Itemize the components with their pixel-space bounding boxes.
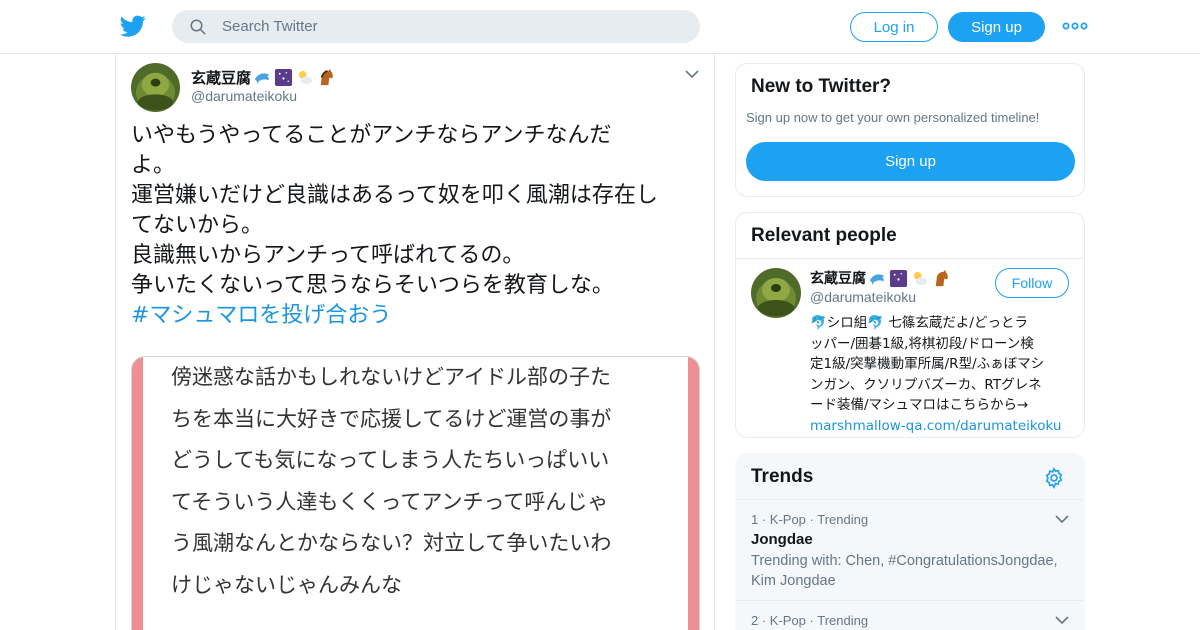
tweet-media-image[interactable]: 傍迷惑な話かもしれないけどアイドル部の子た ちを本当に大好きで応援してるけど運営… xyxy=(131,356,700,630)
media-text-line: てそういう人達もくくってアンチって呼んじゃ xyxy=(171,489,609,514)
trends-card: Trends 1 · K-Pop · Trending Jongdae Tren… xyxy=(735,453,1085,630)
author-name[interactable]: 玄蔵豆腐 xyxy=(191,66,335,88)
person-name[interactable]: 玄蔵豆腐 xyxy=(810,267,950,289)
search-box[interactable] xyxy=(172,10,700,43)
card-subtitle: Sign up now to get your own personalized… xyxy=(746,110,1040,125)
avatar[interactable] xyxy=(751,268,801,318)
bio-line: ード装備/マシュマロはこちらから→ xyxy=(810,397,1029,413)
tweet-text-line: いやもうやってることがアンチならアンチなんだ xyxy=(131,123,612,148)
avatar[interactable] xyxy=(131,63,180,112)
media-card: 傍迷惑な話かもしれないけどアイドル部の子た ちを本当に大好きで応援してるけど運営… xyxy=(143,357,688,630)
person-bio: 🐬シロ組🐬 七篠玄蔵だよ/どっとラ ッパー/囲碁1級,将棋初段/ドローン検 定1… xyxy=(810,313,1075,436)
chevron-down-icon[interactable] xyxy=(1055,615,1069,625)
night-sky-icon xyxy=(274,68,293,86)
media-text-line: 傍迷惑な話かもしれないけどアイドル部の子た xyxy=(171,365,611,389)
card-title: New to Twitter? xyxy=(751,76,892,97)
tweet-text-line: よ。 xyxy=(131,153,176,178)
bio-line: 定1級/突撃機動軍所属/R型/ふぁぼマシ xyxy=(810,356,1045,372)
media-text: 傍迷惑な話かもしれないけどアイドル部の子た ちを本当に大好きで応援してるけど運営… xyxy=(171,357,671,606)
trend-name[interactable]: Jongdae xyxy=(751,531,813,548)
tweet-text-line: 争いたくないって思うならそいつらを教育しな。 xyxy=(131,273,614,298)
bio-line: 🐬シロ組🐬 七篠玄蔵だよ/どっとラ xyxy=(810,315,1028,331)
display-name[interactable]: 玄蔵豆腐 xyxy=(810,268,866,288)
tweet-panel: 玄蔵豆腐 @darumateikoku いやもうやってることがアンチならアンチな… xyxy=(115,54,715,630)
bio-link[interactable]: marshmallow-qa.com/darumateikoku xyxy=(810,416,1075,437)
tweet-text: いやもうやってることがアンチならアンチなんだ よ。 運営嫌いだけど良識はあるって… xyxy=(131,121,706,331)
trend-trending-with: Trending with: Chen, #CongratulationsJon… xyxy=(751,551,1071,591)
card-title: Relevant people xyxy=(751,225,897,246)
chevron-down-icon[interactable] xyxy=(1055,514,1069,524)
media-text-line: けじゃないじゃんみんな xyxy=(171,572,402,597)
media-text-line: ちを本当に大好きで応援してるけど運営の事が xyxy=(171,406,612,431)
cloud-sun-icon xyxy=(913,271,928,285)
night-sky-icon xyxy=(889,269,908,287)
divider xyxy=(736,600,1084,601)
dolphin-icon xyxy=(254,72,270,84)
chevron-down-icon[interactable] xyxy=(684,68,700,80)
trend-with-line: Kim Jongdae xyxy=(751,573,836,589)
divider xyxy=(736,258,1084,259)
media-text-line: どうしても気になってしまう人たちいっぱいい xyxy=(171,448,610,472)
cloud-sun-icon xyxy=(298,70,313,84)
relevant-people-card: Relevant people 玄蔵豆腐 @darumateikoku Foll… xyxy=(735,212,1085,438)
login-button[interactable]: Log in xyxy=(850,12,938,42)
dolphin-icon xyxy=(869,273,885,285)
author-handle[interactable]: @darumateikoku xyxy=(191,88,297,104)
bio-line: ンガン、クソリプバズーカ、RTグレネ xyxy=(810,376,1042,393)
follow-button[interactable]: Follow xyxy=(995,268,1069,298)
trend-meta: 1 · K-Pop · Trending xyxy=(751,512,869,527)
trend-with-line: Trending with: Chen, #CongratulationsJon… xyxy=(751,553,1058,569)
trend-meta: 2 · K-Pop · Trending xyxy=(751,613,869,628)
media-text-line: う風潮なんとかならない？対立して争いたいわ xyxy=(171,531,612,555)
new-to-twitter-card: New to Twitter? Sign up now to get your … xyxy=(735,63,1085,197)
display-name[interactable]: 玄蔵豆腐 xyxy=(191,67,251,88)
signup-button[interactable]: Sign up xyxy=(948,12,1045,42)
twitter-bird-icon[interactable] xyxy=(120,13,146,39)
person-handle[interactable]: @darumateikoku xyxy=(810,289,916,305)
tweet-text-line: てないから。 xyxy=(131,213,264,238)
card-title: Trends xyxy=(751,466,814,487)
divider xyxy=(736,499,1084,500)
sidebar-signup-button[interactable]: Sign up xyxy=(746,142,1075,181)
search-input[interactable] xyxy=(222,10,682,43)
top-nav-bar: Log in Sign up xyxy=(0,0,1200,54)
hashtag-link[interactable]: #マシュマロを投げ合おう xyxy=(131,301,706,331)
more-dots-icon[interactable] xyxy=(1062,19,1088,33)
tweet-text-line: 運営嫌いだけど良識はあるって奴を叩く風潮は存在し xyxy=(131,183,658,208)
horse-icon xyxy=(320,68,333,85)
bio-line: ッパー/囲碁1級,将棋初段/ドローン検 xyxy=(810,335,1034,352)
gear-icon[interactable] xyxy=(1043,467,1065,489)
horse-icon xyxy=(935,269,948,286)
search-icon xyxy=(190,19,206,35)
tweet-text-line: 良識無いからアンチって呼ばれてるの。 xyxy=(131,243,525,268)
